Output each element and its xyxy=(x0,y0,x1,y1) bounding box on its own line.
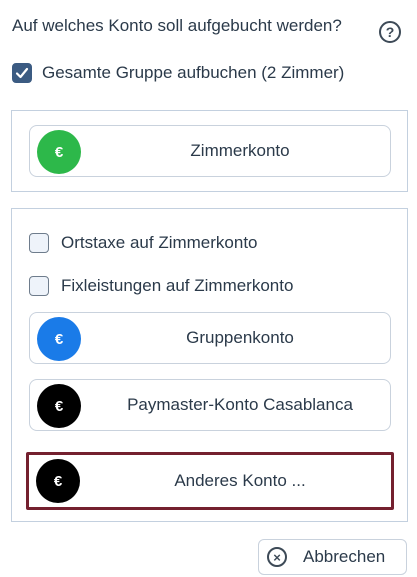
option-city-tax-row[interactable]: Ortstaxe auf Zimmerkonto xyxy=(29,233,258,253)
cancel-button[interactable]: × Abbrechen xyxy=(258,539,407,575)
help-icon[interactable]: ? xyxy=(379,21,401,43)
option-city-tax-label: Ortstaxe auf Zimmerkonto xyxy=(61,233,258,252)
whole-group-checkbox-row[interactable]: Gesamte Gruppe aufbuchen (2 Zimmer) xyxy=(12,63,344,83)
paymaster-account-label: Paymaster-Konto Casablanca xyxy=(127,395,353,414)
option-fixed-services-label: Fixleistungen auf Zimmerkonto xyxy=(61,276,294,295)
euro-coin-icon: € xyxy=(36,459,80,503)
group-account-label: Gruppenkonto xyxy=(186,328,294,347)
checkbox-checked-icon[interactable] xyxy=(12,63,32,83)
cancel-label: Abbrechen xyxy=(303,547,386,566)
other-account-button[interactable]: € Anderes Konto ... xyxy=(26,452,394,510)
euro-coin-icon: € xyxy=(37,130,81,174)
whole-group-label: Gesamte Gruppe aufbuchen (2 Zimmer) xyxy=(42,63,345,82)
checkbox-unchecked-icon[interactable] xyxy=(29,276,49,296)
other-account-label: Anderes Konto ... xyxy=(174,471,306,490)
paymaster-account-button[interactable]: € Paymaster-Konto Casablanca xyxy=(29,379,391,431)
other-accounts-panel: Ortstaxe auf Zimmerkonto Fixleistungen a… xyxy=(11,208,408,522)
close-circle-icon: × xyxy=(267,547,287,567)
euro-coin-icon: € xyxy=(37,317,81,361)
room-account-panel: € Zimmerkonto xyxy=(11,110,408,192)
dialog-question: Auf welches Konto soll aufgebucht werden… xyxy=(12,16,342,35)
checkbox-unchecked-icon[interactable] xyxy=(29,233,49,253)
group-account-button[interactable]: € Gruppenkonto xyxy=(29,312,391,364)
room-account-button[interactable]: € Zimmerkonto xyxy=(29,125,391,177)
room-account-label: Zimmerkonto xyxy=(190,141,290,160)
option-fixed-services-row[interactable]: Fixleistungen auf Zimmerkonto xyxy=(29,276,293,296)
euro-coin-icon: € xyxy=(37,384,81,428)
